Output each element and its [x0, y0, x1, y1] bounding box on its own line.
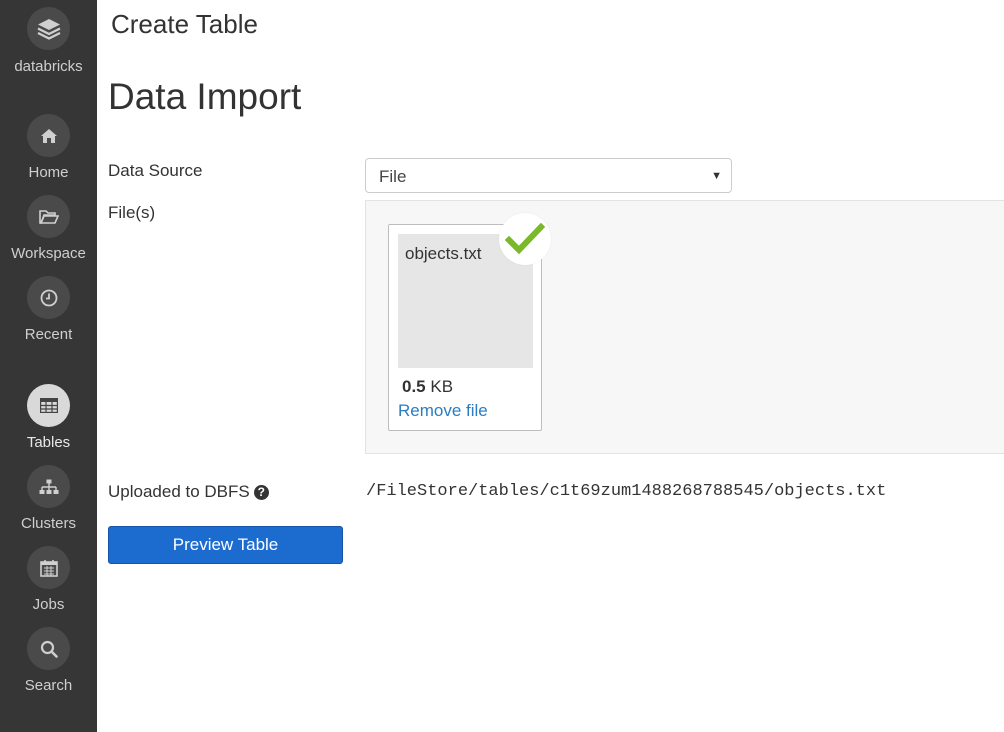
- file-size-value: 0.5: [402, 377, 426, 396]
- sidebar-item-label: Clusters: [20, 515, 76, 532]
- sidebar-item-label: Recent: [24, 326, 73, 343]
- sidebar-item-label: Tables: [26, 434, 71, 451]
- files-label: File(s): [108, 203, 156, 222]
- data-source-label: Data Source: [108, 161, 203, 180]
- databricks-layers-icon: [27, 7, 70, 50]
- section-title: Data Import: [108, 76, 302, 117]
- data-source-select[interactable]: File ▼: [365, 158, 732, 193]
- sidebar-item-label: Search: [24, 677, 73, 694]
- search-icon: [27, 627, 70, 670]
- sidebar-item-search[interactable]: Search: [0, 627, 97, 694]
- sidebar-item-jobs[interactable]: Jobs: [0, 546, 97, 613]
- sidebar-item-label: Workspace: [11, 245, 86, 262]
- file-size-unit: KB: [430, 377, 454, 396]
- sidebar-item-tables[interactable]: Tables: [0, 384, 97, 451]
- dbfs-path: /FileStore/tables/c1t69zum1488268788545/…: [366, 482, 887, 501]
- dbfs-label: Uploaded to DBFS?: [108, 482, 269, 502]
- logo-label: databricks: [14, 58, 83, 75]
- sidebar-item-label: Home: [28, 164, 69, 181]
- remove-file-link[interactable]: Remove file: [398, 401, 488, 421]
- sidebar: databricks Home Workspace Recent Tables …: [0, 0, 97, 732]
- upload-success-badge: [499, 213, 551, 265]
- sidebar-item-clusters[interactable]: Clusters: [0, 465, 97, 532]
- cluster-icon: [27, 465, 70, 508]
- help-icon[interactable]: ?: [253, 485, 269, 500]
- file-size: 0.5 KB: [402, 377, 453, 397]
- caret-down-icon: ▼: [711, 170, 722, 182]
- sidebar-item-workspace[interactable]: Workspace: [0, 195, 97, 262]
- checkmark-icon: [505, 222, 545, 255]
- sidebar-item-label: Jobs: [32, 596, 65, 613]
- folder-icon: [27, 195, 70, 238]
- dbfs-label-text: Uploaded to DBFS: [108, 482, 250, 501]
- file-name: objects.txt: [405, 244, 482, 263]
- databricks-logo[interactable]: databricks: [0, 7, 97, 75]
- clock-icon: [27, 276, 70, 319]
- page-title: Create Table: [111, 9, 258, 39]
- home-icon: [27, 114, 70, 157]
- data-source-value: File: [379, 167, 407, 186]
- preview-table-button[interactable]: Preview Table: [108, 526, 343, 564]
- calendar-icon: [27, 546, 70, 589]
- sidebar-item-recent[interactable]: Recent: [0, 276, 97, 343]
- table-icon: [27, 384, 70, 427]
- sidebar-item-home[interactable]: Home: [0, 114, 97, 181]
